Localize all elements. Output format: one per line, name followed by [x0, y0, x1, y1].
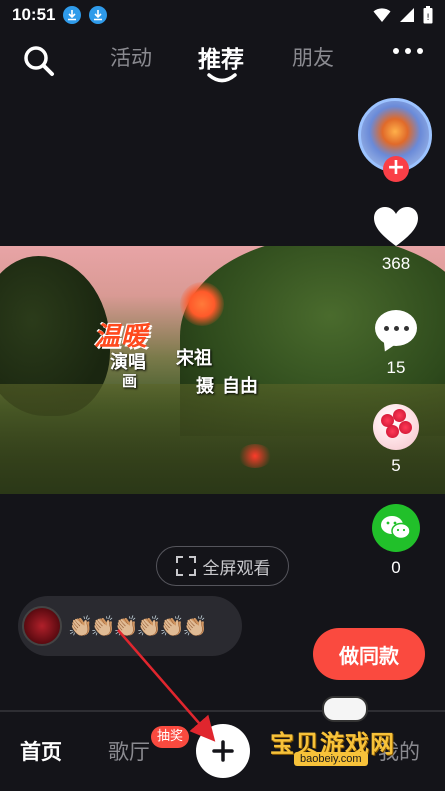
video-credit: 宋祖 — [176, 348, 212, 369]
video-credit: 自由 — [222, 376, 258, 397]
share-wechat-button[interactable]: 0 — [370, 504, 422, 578]
status-bar: 10:51 ! — [0, 0, 445, 30]
more-dot — [405, 48, 411, 54]
video-credit: 摄 — [196, 376, 214, 397]
share-count: 0 — [391, 558, 401, 577]
comment-dot — [403, 325, 409, 331]
lottery-badge: 抽奖 — [151, 726, 190, 748]
rose-icon — [373, 404, 419, 450]
fullscreen-button[interactable]: 全屏观看 — [156, 546, 289, 586]
gamepad-icon — [322, 696, 368, 722]
search-icon — [24, 46, 54, 76]
fullscreen-label: 全屏观看 — [202, 558, 271, 579]
battery-icon: ! — [423, 6, 433, 24]
nav-song-hall[interactable]: 歌厅 — [108, 736, 150, 766]
video-glow — [238, 444, 272, 468]
watermark-url: baobeiy.com — [294, 752, 368, 766]
more-button[interactable] — [393, 48, 423, 54]
rose-petal — [386, 425, 399, 438]
like-button[interactable]: 368 — [370, 206, 422, 274]
search-button[interactable] — [22, 44, 56, 78]
wechat-icon — [372, 504, 420, 552]
comment-dot — [383, 325, 389, 331]
nav-home[interactable]: 首页 — [20, 736, 62, 766]
fullscreen-icon — [175, 556, 196, 576]
follow-button[interactable]: + — [383, 156, 409, 182]
make-same-button[interactable]: 做同款 — [313, 628, 425, 680]
live-comment-bar[interactable]: 👏🏼👏🏼👏🏼👏🏼👏🏼👏🏼 — [18, 596, 242, 656]
heart-icon — [374, 207, 418, 246]
tab-recommend[interactable]: 推荐 — [198, 40, 244, 74]
top-nav: 活动 推荐 朋友 — [0, 36, 445, 84]
gift-count: 5 — [391, 456, 401, 475]
comment-count: 15 — [386, 358, 406, 377]
video-sun — [180, 282, 224, 326]
create-button[interactable] — [196, 724, 250, 778]
more-dot — [417, 48, 423, 54]
tab-activity[interactable]: 活动 — [110, 42, 152, 72]
signal-icon — [400, 8, 414, 22]
comment-dot — [393, 325, 399, 331]
status-time: 10:51 — [12, 5, 56, 24]
watermark: 宝贝游戏网 baobeiy.com — [270, 692, 430, 772]
download-icon — [89, 6, 108, 24]
gift-button[interactable]: 5 — [370, 404, 422, 476]
commenter-avatar — [22, 606, 62, 646]
tab-friends[interactable]: 朋友 — [292, 42, 334, 72]
download-icon — [63, 6, 82, 24]
rose-petal — [399, 421, 412, 434]
wifi-icon — [373, 8, 391, 22]
svg-text:!: ! — [426, 13, 430, 23]
comment-icon — [375, 310, 417, 346]
comment-button[interactable]: 15 — [370, 310, 422, 378]
like-count: 368 — [381, 254, 411, 273]
more-dot — [393, 48, 399, 54]
comment-text: 👏🏼👏🏼👏🏼👏🏼👏🏼👏🏼 — [68, 614, 207, 638]
video-credit: 画 — [122, 372, 138, 390]
tab-active-indicator — [207, 73, 237, 83]
plus-icon — [212, 740, 234, 762]
